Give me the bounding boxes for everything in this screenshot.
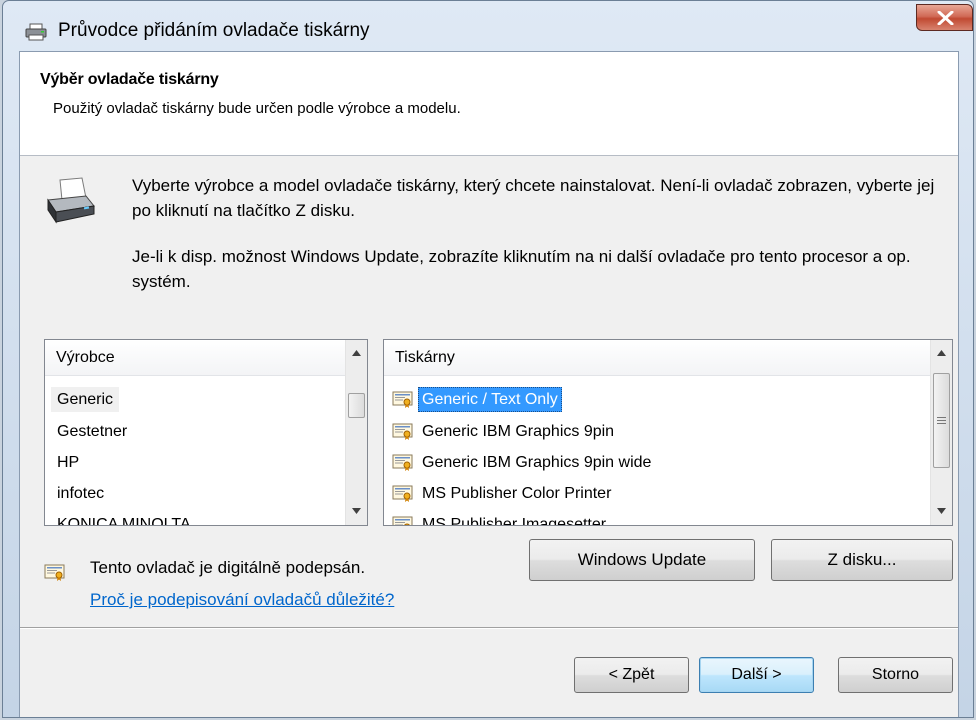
windows-update-button[interactable]: Windows Update (529, 539, 755, 581)
page-subtitle: Použitý ovladač tiskárny bude určen podl… (53, 100, 461, 117)
certificate-icon (392, 485, 413, 502)
wizard-window: Průvodce přidáním ovladače tiskárny Výbě… (2, 0, 974, 718)
list-item-label: KONICA MINOLTA (57, 516, 191, 526)
back-button[interactable]: < Zpět (574, 657, 689, 693)
list-item-label: infotec (57, 485, 105, 502)
signing-info-link[interactable]: Proč je podepisování ovladačů důležité? (90, 590, 394, 610)
scroll-up-arrow[interactable] (931, 342, 952, 364)
printer-small-icon (25, 23, 47, 41)
intro-paragraph-2: Je-li k disp. možnost Windows Update, zo… (132, 247, 911, 291)
intro-text: Vyberte výrobce a model ovladače tiskárn… (132, 173, 952, 315)
manufacturer-item[interactable]: infotec (51, 478, 110, 509)
certificate-icon (392, 454, 413, 471)
list-item-label: Generic / Text Only (418, 387, 562, 412)
signed-status-text: Tento ovladač je digitálně podepsán. (90, 558, 366, 577)
scroll-thumb[interactable] (348, 393, 365, 418)
header-band: Výběr ovladače tiskárny Použitý ovladač … (20, 52, 958, 156)
list-item-label: MS Publisher Color Printer (422, 485, 612, 502)
window-title: Průvodce přidáním ovladače tiskárny (58, 20, 370, 41)
printer-list[interactable]: Tiskárny Generic / Text Only Generic IBM… (383, 339, 953, 526)
wizard-content: Výběr ovladače tiskárny Použitý ovladač … (19, 51, 959, 717)
list-item-label: Generic IBM Graphics 9pin wide (422, 454, 652, 471)
list-item-label: Generic (51, 387, 120, 412)
printer-item[interactable]: Generic IBM Graphics 9pin (384, 416, 618, 447)
printer-item[interactable]: MS Publisher Imagesetter (384, 509, 610, 526)
manufacturer-column-header[interactable]: Výrobce (45, 340, 346, 376)
grip-icon (937, 417, 946, 424)
title-bar[interactable]: Průvodce přidáním ovladače tiskárny (3, 1, 973, 53)
certificate-icon (392, 391, 413, 408)
printer-scrollbar[interactable] (930, 340, 952, 525)
scroll-thumb[interactable] (933, 373, 950, 468)
certificate-icon (44, 564, 65, 581)
manufacturer-scrollbar[interactable] (345, 340, 367, 525)
scroll-down-arrow[interactable] (931, 500, 952, 522)
arrow-up-icon (937, 350, 946, 356)
printer-item[interactable]: Generic IBM Graphics 9pin wide (384, 447, 655, 478)
next-button[interactable]: Další > (699, 657, 814, 693)
arrow-down-icon (352, 508, 361, 514)
arrow-down-icon (937, 508, 946, 514)
manufacturer-list[interactable]: Výrobce Generic Gestetner HP infotec KON… (44, 339, 368, 526)
scroll-down-arrow[interactable] (346, 500, 367, 522)
printer-item[interactable]: MS Publisher Color Printer (384, 478, 615, 509)
manufacturer-item[interactable]: KONICA MINOLTA (51, 509, 197, 526)
close-button[interactable] (916, 4, 973, 31)
arrow-up-icon (352, 350, 361, 356)
cancel-button[interactable]: Storno (838, 657, 953, 693)
scroll-up-arrow[interactable] (346, 342, 367, 364)
manufacturer-item[interactable]: Generic (51, 384, 120, 415)
have-disk-button[interactable]: Z disku... (771, 539, 953, 581)
separator (20, 627, 958, 629)
printer-column-header[interactable]: Tiskárny (384, 340, 930, 376)
certificate-icon (392, 516, 413, 525)
list-item-label: MS Publisher Imagesetter (422, 516, 607, 526)
intro-paragraph-1: Vyberte výrobce a model ovladače tiskárn… (132, 176, 935, 220)
printer-item[interactable]: Generic / Text Only (384, 384, 562, 415)
page-title: Výběr ovladače tiskárny (40, 71, 219, 88)
list-item-label: Gestetner (57, 423, 128, 440)
close-icon (937, 11, 954, 25)
list-item-label: Generic IBM Graphics 9pin (422, 423, 615, 440)
list-item-label: HP (57, 454, 80, 471)
printer-icon (47, 177, 95, 224)
certificate-icon (392, 423, 413, 440)
manufacturer-item[interactable]: HP (51, 447, 85, 478)
manufacturer-item[interactable]: Gestetner (51, 416, 133, 447)
